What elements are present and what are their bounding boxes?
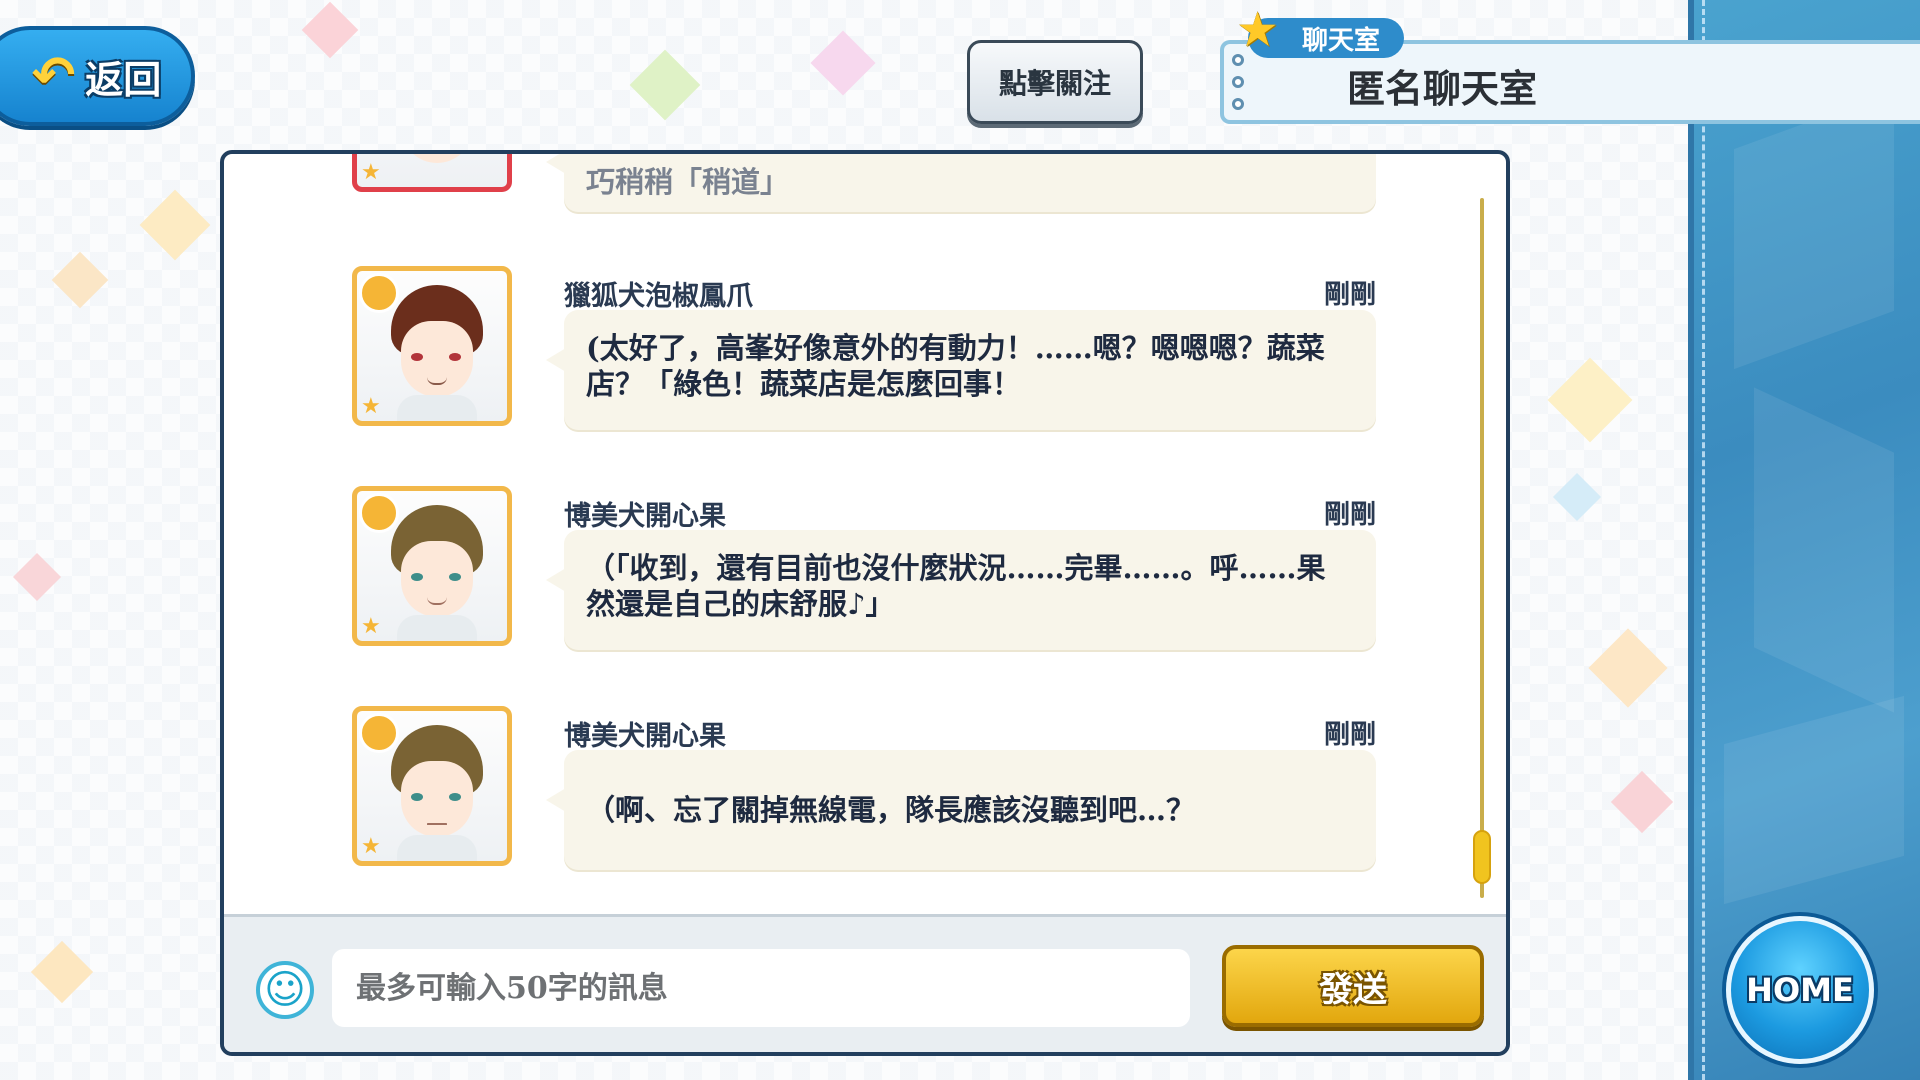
message-bubble: （「收到，還有目前也沒什麼狀況……完畢……。呼……果然還是自己的床舒服♪」 <box>546 530 1376 650</box>
avatar[interactable]: ★ <box>352 706 512 866</box>
back-button-label: 返回 <box>85 57 162 102</box>
star-icon: ★ <box>1236 2 1280 58</box>
home-button[interactable]: HOME <box>1726 916 1874 1064</box>
avatar[interactable]: ★ <box>352 154 512 192</box>
message-bubble: （啊、忘了關掉無線電，隊長應該沒聽到吧…？ <box>546 750 1376 870</box>
scrollbar-track[interactable] <box>1480 198 1484 898</box>
chat-message: ★ 博美犬開心果 剛剛 （「收到，還有目前也沒什麼狀況……完畢……。呼……果然還… <box>224 486 1506 706</box>
unit-badge-icon <box>359 273 399 313</box>
smiley-icon[interactable]: ☺ <box>256 961 314 1019</box>
chat-message-partial: ★ 巧稍稍「稍道」 <box>224 154 1506 252</box>
message-bubble: 巧稍稍「稍道」 <box>546 154 1376 212</box>
back-button[interactable]: ↶ 返回 <box>0 26 195 126</box>
room-tag-label: 聊天室 <box>1301 25 1380 56</box>
star-icon: ★ <box>361 394 381 419</box>
message-text: （啊、忘了關掉無線電，隊長應該沒聽到吧…？ <box>586 793 1196 827</box>
follow-button[interactable]: 點擊關注 <box>967 40 1143 124</box>
message-input-bar: ☺ 發送 <box>224 914 1506 1052</box>
chat-message-list[interactable]: ★ 巧稍稍「稍道」 ★ 獵狐犬泡椒鳳爪 剛剛 (太好了，高峯好像意外的有動力！…… <box>224 154 1506 919</box>
message-time: 剛剛 <box>1323 720 1376 750</box>
sender-name: 獵狐犬泡椒鳳爪 <box>564 281 753 312</box>
star-icon: ★ <box>361 834 381 859</box>
chat-message: ★ 博美犬開心果 剛剛 （啊、忘了關掉無線電，隊長應該沒聽到吧…？ <box>224 706 1506 919</box>
star-icon: ★ <box>361 614 381 639</box>
avatar[interactable]: ★ <box>352 486 512 646</box>
sender-name: 博美犬開心果 <box>564 721 726 752</box>
star-icon: ★ <box>361 160 381 185</box>
unit-badge-icon <box>359 493 399 533</box>
room-tag: ★ 聊天室 <box>1236 6 1404 58</box>
message-input[interactable] <box>332 949 1190 1027</box>
chat-message: ★ 獵狐犬泡椒鳳爪 剛剛 (太好了，高峯好像意外的有動力！……嗯？嗯嗯嗯？蔬菜店… <box>224 266 1506 486</box>
message-text: 巧稍稍「稍道」 <box>586 165 790 199</box>
message-time: 剛剛 <box>1323 500 1376 530</box>
message-time: 剛剛 <box>1323 280 1376 310</box>
message-text: (太好了，高峯好像意外的有動力！……嗯？嗯嗯嗯？蔬菜店？「綠色！蔬菜店是怎麼回事… <box>586 331 1325 401</box>
message-bubble: (太好了，高峯好像意外的有動力！……嗯？嗯嗯嗯？蔬菜店？「綠色！蔬菜店是怎麼回事… <box>546 310 1376 430</box>
chat-panel: ★ 巧稍稍「稍道」 ★ 獵狐犬泡椒鳳爪 剛剛 (太好了，高峯好像意外的有動力！…… <box>220 150 1510 1056</box>
send-button[interactable]: 發送 <box>1222 945 1484 1027</box>
room-name: 匿名聊天室 <box>1346 66 1537 111</box>
back-arrow-icon: ↶ <box>31 46 76 106</box>
message-text: （「收到，還有目前也沒什麼狀況……完畢……。呼……果然還是自己的床舒服♪」 <box>586 551 1326 621</box>
unit-badge-icon <box>359 713 399 753</box>
avatar[interactable]: ★ <box>352 266 512 426</box>
scrollbar-thumb[interactable] <box>1473 830 1491 884</box>
sender-name: 博美犬開心果 <box>564 501 726 532</box>
